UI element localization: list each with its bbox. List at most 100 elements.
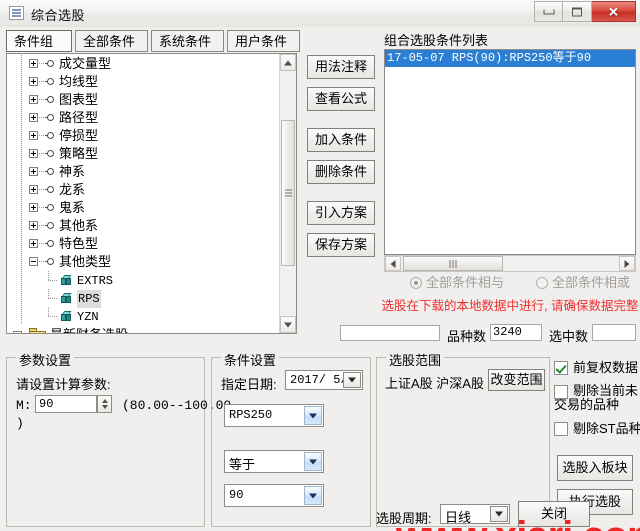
condition-list-title: 组合选股条件列表 [384, 33, 489, 48]
spinner-down-icon[interactable] [101, 405, 108, 409]
node-icon [45, 132, 54, 140]
date-picker[interactable]: 2017/ 5/ 7 [285, 370, 363, 390]
tree-vertical-scrollbar[interactable] [279, 54, 296, 333]
tree-item-其他系[interactable]: 其他系 [7, 217, 279, 235]
checkbox-icon[interactable] [554, 361, 568, 375]
list-horizontal-scrollbar[interactable] [384, 255, 636, 272]
tree-leaf-yzn[interactable]: YZN [7, 307, 279, 325]
collapse-icon[interactable] [29, 257, 38, 266]
tree-item-其他类型[interactable]: 其他类型 [7, 253, 279, 271]
expand-icon[interactable] [29, 59, 38, 68]
m-spinner[interactable] [97, 395, 112, 413]
expand-icon[interactable] [29, 131, 38, 140]
expand-icon[interactable] [29, 95, 38, 104]
chevron-up-icon [284, 60, 292, 65]
tree-item-最新财务选股[interactable]: 最新财务选股 [7, 325, 279, 333]
checkbox-forward-adjusted[interactable]: 前复权数据 [554, 360, 638, 375]
node-icon [45, 258, 54, 266]
tree-item-策略型[interactable]: 策略型 [7, 145, 279, 163]
tree-item-label: 成交量型 [59, 56, 112, 71]
indicator-select[interactable]: RPS250 [224, 404, 324, 427]
radio-icon [536, 277, 548, 289]
tree-item-label: 神系 [59, 164, 86, 179]
chevron-down-icon[interactable] [304, 486, 322, 505]
tab-全部条件[interactable]: 全部条件 [75, 30, 148, 52]
folder-icon [29, 328, 46, 333]
tab-用户条件[interactable]: 用户条件 [227, 30, 300, 52]
scroll-down-button[interactable] [280, 316, 296, 333]
save-plan-button[interactable]: 保存方案 [307, 233, 375, 257]
chevron-right-icon [624, 259, 630, 268]
expand-icon[interactable] [29, 203, 38, 212]
tree-guideline [21, 199, 22, 217]
tree-item-龙系[interactable]: 龙系 [7, 181, 279, 199]
expand-icon[interactable] [29, 239, 38, 248]
tree-item-label: 路径型 [59, 110, 99, 125]
node-icon [45, 204, 54, 212]
view-formula-button[interactable]: 查看公式 [307, 87, 375, 111]
expand-icon[interactable] [29, 113, 38, 122]
scroll-up-button[interactable] [280, 54, 296, 71]
delete-condition-button[interactable]: 删除条件 [307, 160, 375, 184]
spinner-up-icon[interactable] [101, 399, 108, 403]
import-plan-button[interactable]: 引入方案 [307, 201, 375, 225]
scrollbar-thumb[interactable] [281, 120, 295, 266]
change-scope-button[interactable]: 改变范围 [488, 369, 545, 391]
tab-系统条件[interactable]: 系统条件 [151, 30, 224, 52]
tree-item-均线型[interactable]: 均线型 [7, 73, 279, 91]
expand-icon[interactable] [29, 77, 38, 86]
radio-all-or[interactable]: 全部条件相或 [536, 275, 630, 291]
tree-item-label: 鬼系 [59, 200, 86, 215]
tab-条件组[interactable]: 条件组 [6, 30, 72, 52]
tree-leaf-extrs[interactable]: EXTRS [7, 271, 279, 289]
checkbox-exclude-untraded[interactable]: 剔除当前未 交易的品种 [554, 384, 638, 412]
tree-guideline [21, 271, 22, 289]
chevron-down-icon[interactable] [490, 506, 508, 522]
condition-tree[interactable]: 成交量型 均线型 图表型 路径型 停损型 策略型 神系 龙系 鬼系 其他系 特色… [6, 53, 297, 334]
scroll-left-button[interactable] [385, 256, 401, 271]
close-button[interactable]: ✕ [592, 1, 636, 22]
expand-icon[interactable] [29, 167, 38, 176]
chevron-down-icon[interactable] [343, 372, 361, 388]
checkbox-icon[interactable] [554, 422, 568, 436]
add-condition-button[interactable]: 加入条件 [307, 128, 375, 152]
tree-item-图表型[interactable]: 图表型 [7, 91, 279, 109]
list-item[interactable]: 17-05-07 RPS(90):RPS250等于90 [385, 50, 635, 67]
usage-notes-button[interactable]: 用法注释 [307, 55, 375, 79]
checkbox-exclude-st[interactable]: 剔除ST品种 [554, 421, 640, 436]
cycle-select[interactable]: 日线 [440, 504, 510, 525]
m-label: M: [16, 398, 32, 413]
tree-item-label: 其他系 [59, 218, 99, 233]
expand-icon[interactable] [13, 331, 22, 333]
tree-item-鬼系[interactable]: 鬼系 [7, 199, 279, 217]
tree-item-成交量型[interactable]: 成交量型 [7, 55, 279, 73]
checkbox-icon[interactable] [554, 385, 568, 399]
m-value-input[interactable]: 90 [35, 395, 97, 413]
maximize-button[interactable] [563, 1, 592, 22]
expand-icon[interactable] [29, 221, 38, 230]
operator-select[interactable]: 等于 [224, 450, 324, 473]
tree-leaf-rps[interactable]: RPS [7, 289, 279, 308]
tree-item-特色型[interactable]: 特色型 [7, 235, 279, 253]
condition-list[interactable]: 17-05-07 RPS(90):RPS250等于90 [384, 49, 636, 255]
value-select[interactable]: 90 [224, 484, 324, 507]
add-to-block-button[interactable]: 选股入板块 [557, 455, 633, 481]
tree-item-路径型[interactable]: 路径型 [7, 109, 279, 127]
scrollbar-thumb[interactable] [403, 256, 503, 271]
tree-item-label: 其他类型 [59, 254, 112, 269]
scroll-right-button[interactable] [619, 256, 635, 271]
minimize-button[interactable] [534, 1, 563, 22]
operator-value: 等于 [229, 457, 256, 472]
tree-item-停损型[interactable]: 停损型 [7, 127, 279, 145]
close-dialog-button[interactable]: 关闭 [518, 501, 590, 527]
tree-item-神系[interactable]: 神系 [7, 163, 279, 181]
chevron-down-icon[interactable] [304, 406, 322, 425]
综合选股-window: 综合选股 ✕ 条件组 全部条件 系统条件 用户条件 成交量型 均线型 图表型 路… [0, 0, 640, 531]
title-bar: 综合选股 ✕ [0, 0, 640, 28]
expand-icon[interactable] [29, 149, 38, 158]
tree-guideline [21, 307, 22, 325]
expand-icon[interactable] [29, 185, 38, 194]
radio-all-and[interactable]: 全部条件相与 [410, 275, 504, 291]
tree-leaf-label: RPS [77, 290, 101, 308]
chevron-down-icon[interactable] [304, 452, 322, 471]
